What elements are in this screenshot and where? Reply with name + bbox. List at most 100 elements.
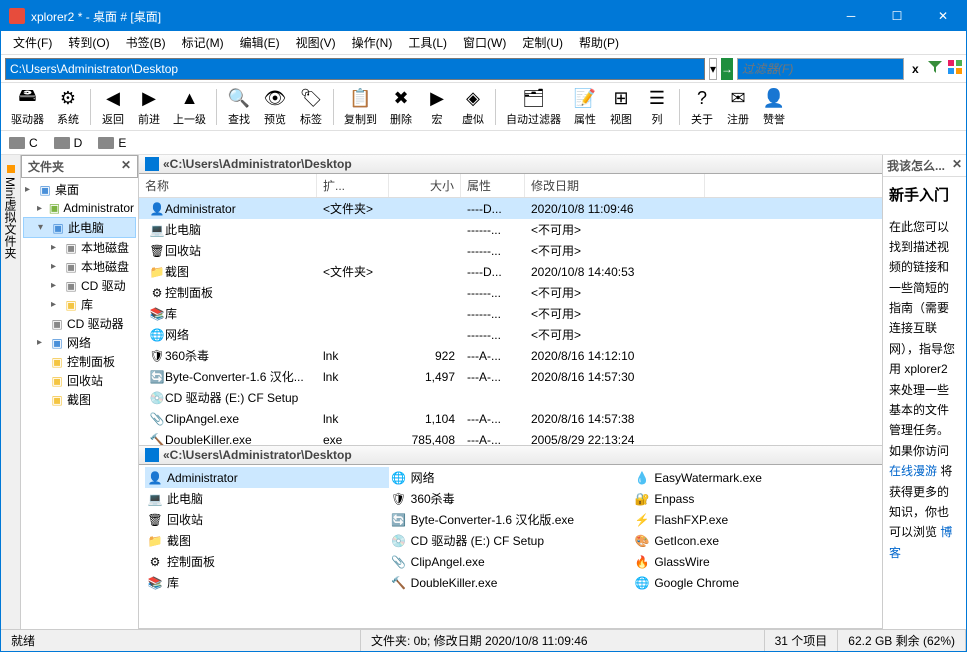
toolbar-button[interactable]: ▶前进: [131, 84, 167, 129]
menu-item[interactable]: 转到(O): [60, 32, 117, 53]
toolbar-button[interactable]: 🖴驱动器: [5, 84, 50, 129]
col-attr[interactable]: 属性: [461, 174, 525, 197]
toolbar-button[interactable]: 👤赞誉: [756, 84, 792, 129]
toolbar-button[interactable]: ◈虚似: [455, 84, 491, 129]
file-row[interactable]: 🗑回收站------...<不可用>: [139, 240, 882, 261]
tree-node[interactable]: ▾▣此电脑: [23, 217, 136, 238]
file-row[interactable]: 📎ClipAngel.exelnk1,104---A-...2020/8/16 …: [139, 408, 882, 429]
tree-node[interactable]: ▣CD 驱动器: [23, 314, 136, 333]
tree-node[interactable]: ▣控制面板: [23, 352, 136, 371]
toolbar-button[interactable]: ▶宏: [419, 84, 455, 129]
tree-node[interactable]: ▸▣Administrator: [23, 199, 136, 217]
drive-button[interactable]: E: [98, 136, 126, 150]
file-row[interactable]: 🔨DoubleKiller.exeexe785,408---A-...2005/…: [139, 429, 882, 445]
color-grid-icon[interactable]: [947, 59, 963, 79]
col-date[interactable]: 修改日期: [525, 174, 705, 197]
tree-node[interactable]: ▸▣网络: [23, 333, 136, 352]
expand-icon[interactable]: ▸: [51, 299, 63, 310]
tree-node[interactable]: ▸▣桌面: [23, 180, 136, 199]
menu-item[interactable]: 视图(V): [288, 32, 344, 53]
list-item[interactable]: 👤Administrator: [145, 467, 389, 488]
tree-node[interactable]: ▣回收站: [23, 371, 136, 390]
list-item[interactable]: 🛡360杀毒: [389, 488, 633, 509]
tree-node[interactable]: ▸▣本地磁盘: [23, 238, 136, 257]
menu-item[interactable]: 帮助(P): [571, 32, 627, 53]
clear-filter-button[interactable]: x: [908, 62, 923, 76]
toolbar-button[interactable]: ?关于: [684, 84, 720, 129]
go-button[interactable]: →: [721, 58, 733, 80]
toolbar-button[interactable]: ◀返回: [95, 84, 131, 129]
expand-icon[interactable]: ▸: [51, 280, 63, 291]
toolbar-button[interactable]: 🗂自动过滤器: [500, 84, 567, 129]
toolbar-button[interactable]: ✖删除: [383, 84, 419, 129]
list-item[interactable]: 🔨DoubleKiller.exe: [389, 572, 633, 593]
toolbar-button[interactable]: 🏷标签: [293, 84, 329, 129]
tree-node[interactable]: ▸▣CD 驱动: [23, 276, 136, 295]
list-item[interactable]: 📎ClipAngel.exe: [389, 551, 633, 572]
help-close-icon[interactable]: ✕: [952, 157, 962, 174]
top-pane-tab[interactable]: «C:\Users\Administrator\Desktop: [139, 155, 882, 174]
toolbar-button[interactable]: 🔍查找: [221, 84, 257, 129]
toolbar-button[interactable]: ⚙系统: [50, 84, 86, 129]
expand-icon[interactable]: ▸: [37, 203, 47, 214]
toolbar-button[interactable]: ☰列: [639, 84, 675, 129]
sidebar-close-icon[interactable]: ✕: [121, 158, 131, 175]
toolbar-button[interactable]: 👁预览: [257, 84, 293, 129]
file-row[interactable]: 💿CD 驱动器 (E:) CF Setup: [139, 387, 882, 408]
drive-button[interactable]: D: [54, 136, 83, 150]
drive-button[interactable]: C: [9, 136, 38, 150]
list-item[interactable]: 🌐Google Chrome: [632, 572, 876, 593]
file-row[interactable]: 📁截图<文件夹>----D...2020/10/8 14:40:53: [139, 261, 882, 282]
list-item[interactable]: 💧EasyWatermark.exe: [632, 467, 876, 488]
expand-icon[interactable]: ▾: [38, 222, 50, 233]
list-item[interactable]: ⚡FlashFXP.exe: [632, 509, 876, 530]
toolbar-button[interactable]: 📝属性: [567, 84, 603, 129]
bottom-pane-tab[interactable]: «C:\Users\Administrator\Desktop: [139, 446, 882, 465]
file-row[interactable]: 🛡360杀毒lnk922---A-...2020/8/16 14:12:10: [139, 345, 882, 366]
list-item[interactable]: 🔄Byte-Converter-1.6 汉化版.exe: [389, 509, 633, 530]
tree-node[interactable]: ▸▣库: [23, 295, 136, 314]
menu-item[interactable]: 窗口(W): [455, 32, 514, 53]
menu-item[interactable]: 标记(M): [174, 32, 232, 53]
menu-item[interactable]: 操作(N): [344, 32, 401, 53]
toolbar-button[interactable]: ✉注册: [720, 84, 756, 129]
address-dropdown[interactable]: ▾: [709, 58, 717, 80]
file-row[interactable]: 📚库------...<不可用>: [139, 303, 882, 324]
maximize-button[interactable]: ☐: [874, 1, 920, 31]
list-item[interactable]: 💿CD 驱动器 (E:) CF Setup: [389, 530, 633, 551]
tree-node[interactable]: ▣截图: [23, 390, 136, 409]
list-item[interactable]: 🎨GetIcon.exe: [632, 530, 876, 551]
list-item[interactable]: ⚙控制面板: [145, 551, 389, 572]
toolbar-button[interactable]: ▲上一级: [167, 84, 212, 129]
menu-item[interactable]: 编辑(E): [232, 32, 288, 53]
file-row[interactable]: 👤Administrator<文件夹>----D...2020/10/8 11:…: [139, 198, 882, 219]
col-name[interactable]: 名称: [139, 174, 317, 197]
expand-icon[interactable]: ▸: [37, 337, 49, 348]
address-input[interactable]: [5, 58, 705, 80]
menu-item[interactable]: 定制(U): [514, 32, 571, 53]
expand-icon[interactable]: ▸: [51, 261, 63, 272]
file-row[interactable]: ⚙控制面板------...<不可用>: [139, 282, 882, 303]
list-item[interactable]: 📚库: [145, 572, 389, 593]
col-size[interactable]: 大小: [389, 174, 461, 197]
list-item[interactable]: 🗑回收站: [145, 509, 389, 530]
menu-item[interactable]: 工具(L): [400, 32, 455, 53]
close-button[interactable]: ✕: [920, 1, 966, 31]
filter-input[interactable]: [737, 58, 904, 80]
minimize-button[interactable]: ─: [828, 1, 874, 31]
menu-item[interactable]: 书签(B): [118, 32, 174, 53]
file-row[interactable]: 🌐网络------...<不可用>: [139, 324, 882, 345]
list-item[interactable]: 🔐Enpass: [632, 488, 876, 509]
col-ext[interactable]: 扩...: [317, 174, 389, 197]
virtual-folder-tab[interactable]: Mini虚拟文件夹: [1, 155, 21, 629]
list-item[interactable]: 🔥GlassWire: [632, 551, 876, 572]
menu-item[interactable]: 文件(F): [5, 32, 60, 53]
file-row[interactable]: 💻此电脑------...<不可用>: [139, 219, 882, 240]
list-item[interactable]: 💻此电脑: [145, 488, 389, 509]
toolbar-button[interactable]: 📋复制到: [338, 84, 383, 129]
expand-icon[interactable]: ▸: [25, 184, 37, 195]
tree-node[interactable]: ▸▣本地磁盘: [23, 257, 136, 276]
file-row[interactable]: 🔄Byte-Converter-1.6 汉化...lnk1,497---A-..…: [139, 366, 882, 387]
toolbar-button[interactable]: ⊞视图: [603, 84, 639, 129]
list-item[interactable]: 📁截图: [145, 530, 389, 551]
